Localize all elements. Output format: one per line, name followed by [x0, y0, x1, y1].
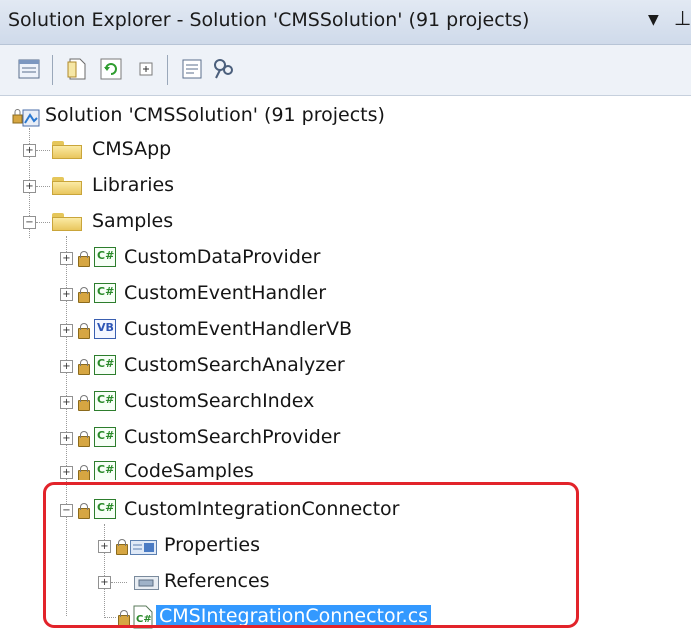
folder-icon — [52, 141, 82, 159]
expand-icon[interactable]: + — [23, 144, 36, 157]
pin-icon[interactable]: ⊥ — [674, 6, 691, 30]
project-label: CustomEventHandlerVB — [124, 318, 353, 340]
highlight-annotation — [43, 482, 579, 628]
solution-icon — [12, 109, 40, 127]
csharp-project-icon: C# — [94, 427, 116, 447]
lock-icon — [78, 251, 90, 267]
tree-line — [36, 186, 50, 187]
tree-node-project[interactable]: + C# CustomDataProvider — [0, 242, 691, 276]
project-label: CustomDataProvider — [124, 246, 321, 268]
tree-node-project[interactable]: + C# CodeSamples — [0, 454, 691, 480]
tree-node-solution[interactable]: Solution 'CMSSolution' (91 projects) — [0, 100, 691, 134]
tree-node-folder[interactable]: + Libraries — [0, 170, 691, 204]
toolbar-separator — [52, 55, 53, 85]
lock-icon — [78, 431, 90, 447]
tree-node-folder-expanded[interactable]: − Samples — [0, 206, 691, 240]
expand-icon[interactable]: + — [60, 324, 73, 337]
dropdown-arrow-icon[interactable]: ▼ — [648, 12, 659, 28]
solution-label: Solution 'CMSSolution' (91 projects) — [45, 104, 385, 126]
vb-project-icon: VB — [94, 319, 116, 339]
refresh-icon[interactable] — [98, 56, 124, 82]
project-label: CustomEventHandler — [124, 282, 327, 304]
view-class-diagram-icon[interactable] — [179, 56, 205, 82]
folder-icon — [52, 177, 82, 195]
csharp-project-icon: C# — [94, 355, 116, 375]
expand-icon[interactable]: + — [60, 360, 73, 373]
csharp-project-icon: C# — [94, 247, 116, 267]
window-title: Solution Explorer - Solution 'CMSSolutio… — [8, 9, 530, 31]
solution-explorer-titlebar: Solution Explorer - Solution 'CMSSolutio… — [0, 0, 691, 45]
tree-node-folder[interactable]: + CMSApp — [0, 134, 691, 168]
lock-icon — [78, 287, 90, 303]
tree-node-project[interactable]: + VB CustomEventHandlerVB — [0, 314, 691, 348]
tree-node-project[interactable]: + C# CustomSearchProvider — [0, 422, 691, 456]
folder-label: Samples — [92, 210, 174, 232]
collapse-icon[interactable]: − — [23, 216, 36, 229]
tree-node-project[interactable]: + C# CustomSearchAnalyzer — [0, 350, 691, 384]
open-folder-icon — [52, 213, 82, 231]
find-icon[interactable] — [211, 56, 237, 82]
properties-icon[interactable] — [17, 56, 43, 82]
lock-icon — [78, 359, 90, 375]
lock-icon — [78, 323, 90, 339]
project-label: CustomSearchAnalyzer — [124, 354, 345, 376]
show-all-files-icon[interactable] — [64, 56, 90, 82]
folder-label: CMSApp — [92, 138, 172, 160]
project-label: CustomSearchIndex — [124, 390, 315, 412]
tree-node-project[interactable]: + C# CustomSearchIndex — [0, 386, 691, 420]
csharp-project-icon: C# — [94, 391, 116, 411]
tree-node-project[interactable]: + C# CustomEventHandler — [0, 278, 691, 312]
lock-icon — [78, 395, 90, 411]
expand-icon[interactable]: + — [60, 288, 73, 301]
expand-icon[interactable]: + — [60, 252, 73, 265]
tree-line — [36, 222, 50, 223]
project-label: CodeSamples — [124, 460, 254, 480]
csharp-project-icon: C# — [94, 461, 116, 480]
expand-icon[interactable]: + — [60, 432, 73, 445]
expand-icon[interactable]: + — [60, 396, 73, 409]
expand-icon[interactable]: + — [60, 466, 73, 479]
folder-label: Libraries — [92, 174, 175, 196]
expand-icon[interactable]: + — [23, 180, 36, 193]
collapse-icon[interactable] — [133, 56, 159, 82]
toolbar-separator — [167, 55, 168, 85]
solution-explorer-toolbar — [0, 45, 691, 96]
csharp-project-icon: C# — [94, 283, 116, 303]
solution-tree: Solution 'CMSSolution' (91 projects) + C… — [0, 96, 691, 636]
project-label: CustomSearchProvider — [124, 426, 341, 448]
tree-line — [36, 150, 50, 151]
lock-icon — [78, 465, 90, 480]
